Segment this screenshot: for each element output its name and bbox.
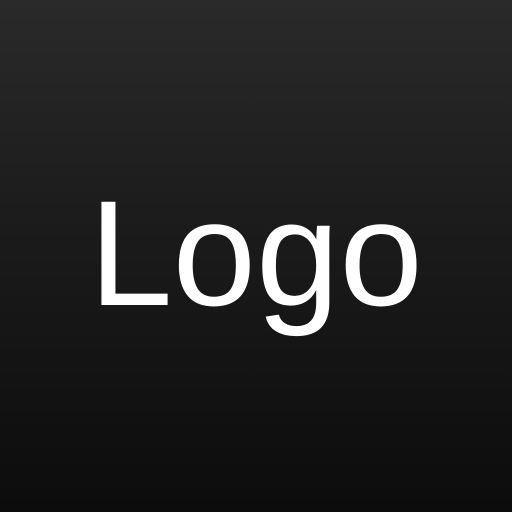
logo-container: Logo	[0, 0, 512, 512]
logo-text: Logo	[89, 169, 423, 337]
